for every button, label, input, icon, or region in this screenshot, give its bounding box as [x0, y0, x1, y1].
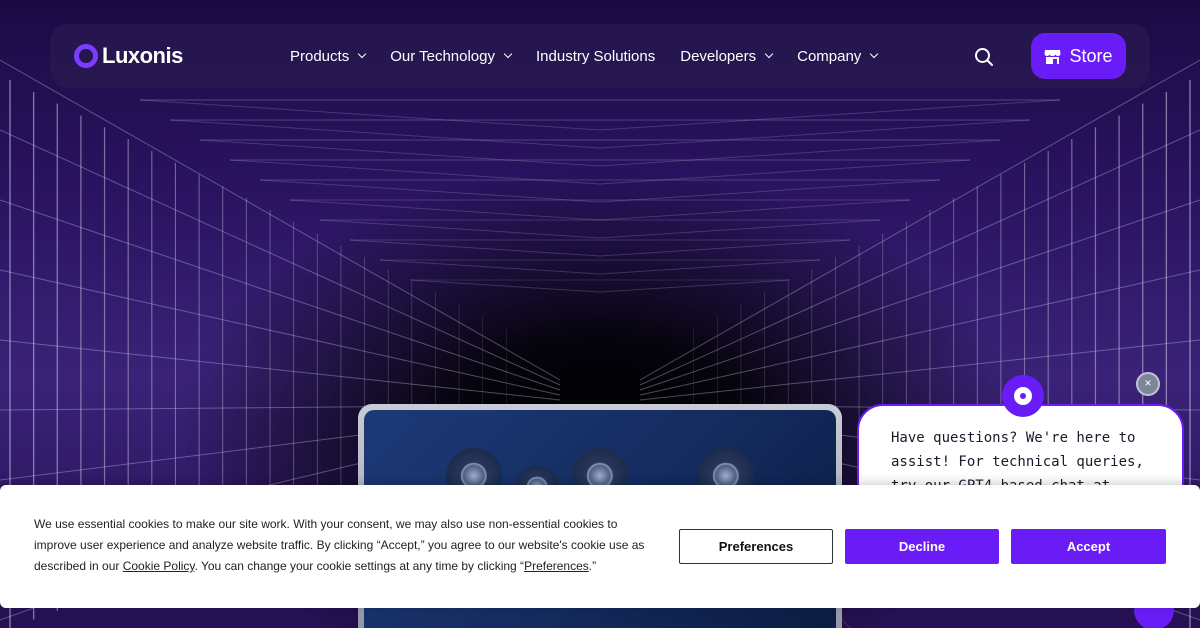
brand-name: Luxonis — [102, 43, 183, 68]
close-icon[interactable]: × — [1136, 372, 1160, 396]
cookie-notice-text: We use essential cookies to make our sit… — [34, 514, 654, 577]
cookie-text-part: . You can change your cookie settings at… — [194, 559, 525, 573]
nav-item-products[interactable]: Products — [290, 47, 367, 65]
nav-item-label: Company — [797, 47, 862, 65]
nav-menu: Products Our Technology Industry Solutio… — [290, 24, 902, 88]
search-icon — [975, 48, 993, 66]
chevron-down-icon — [870, 49, 879, 59]
accept-button[interactable]: Accept — [1011, 529, 1166, 564]
chevron-down-icon — [764, 49, 774, 59]
nav-item-industry-solutions[interactable]: Industry Solutions — [536, 48, 655, 65]
store-button[interactable]: Store — [1031, 33, 1126, 79]
chat-avatar — [1002, 375, 1044, 417]
nav-item-label: Industry Solutions — [536, 47, 656, 65]
cookie-text-part: .” — [588, 559, 597, 573]
chevron-down-icon — [503, 49, 513, 59]
luxonis-logo[interactable]: Luxonis — [74, 43, 183, 69]
cookie-policy-link[interactable]: Cookie Policy — [123, 559, 195, 573]
preferences-button[interactable]: Preferences — [679, 529, 833, 564]
chevron-down-icon — [357, 49, 367, 59]
store-icon — [1044, 49, 1061, 64]
nav-item-developers[interactable]: Developers — [680, 47, 774, 65]
cookie-banner: We use essential cookies to make our sit… — [0, 485, 1200, 608]
nav-item-label: Products — [290, 47, 350, 65]
nav-item-label: Our Technology — [390, 47, 495, 65]
decline-button[interactable]: Decline — [845, 529, 999, 564]
luxonis-ring-icon — [74, 44, 98, 68]
nav-item-label: Developers — [680, 47, 757, 65]
preferences-link[interactable]: Preferences — [524, 559, 589, 573]
search-button[interactable] — [973, 46, 995, 68]
nav-item-our-technology[interactable]: Our Technology — [390, 47, 513, 65]
main-navigation: Luxonis Products Our Technology Industry… — [50, 24, 1150, 88]
nav-item-company[interactable]: Company — [797, 47, 879, 65]
store-label: Store — [1069, 45, 1113, 66]
